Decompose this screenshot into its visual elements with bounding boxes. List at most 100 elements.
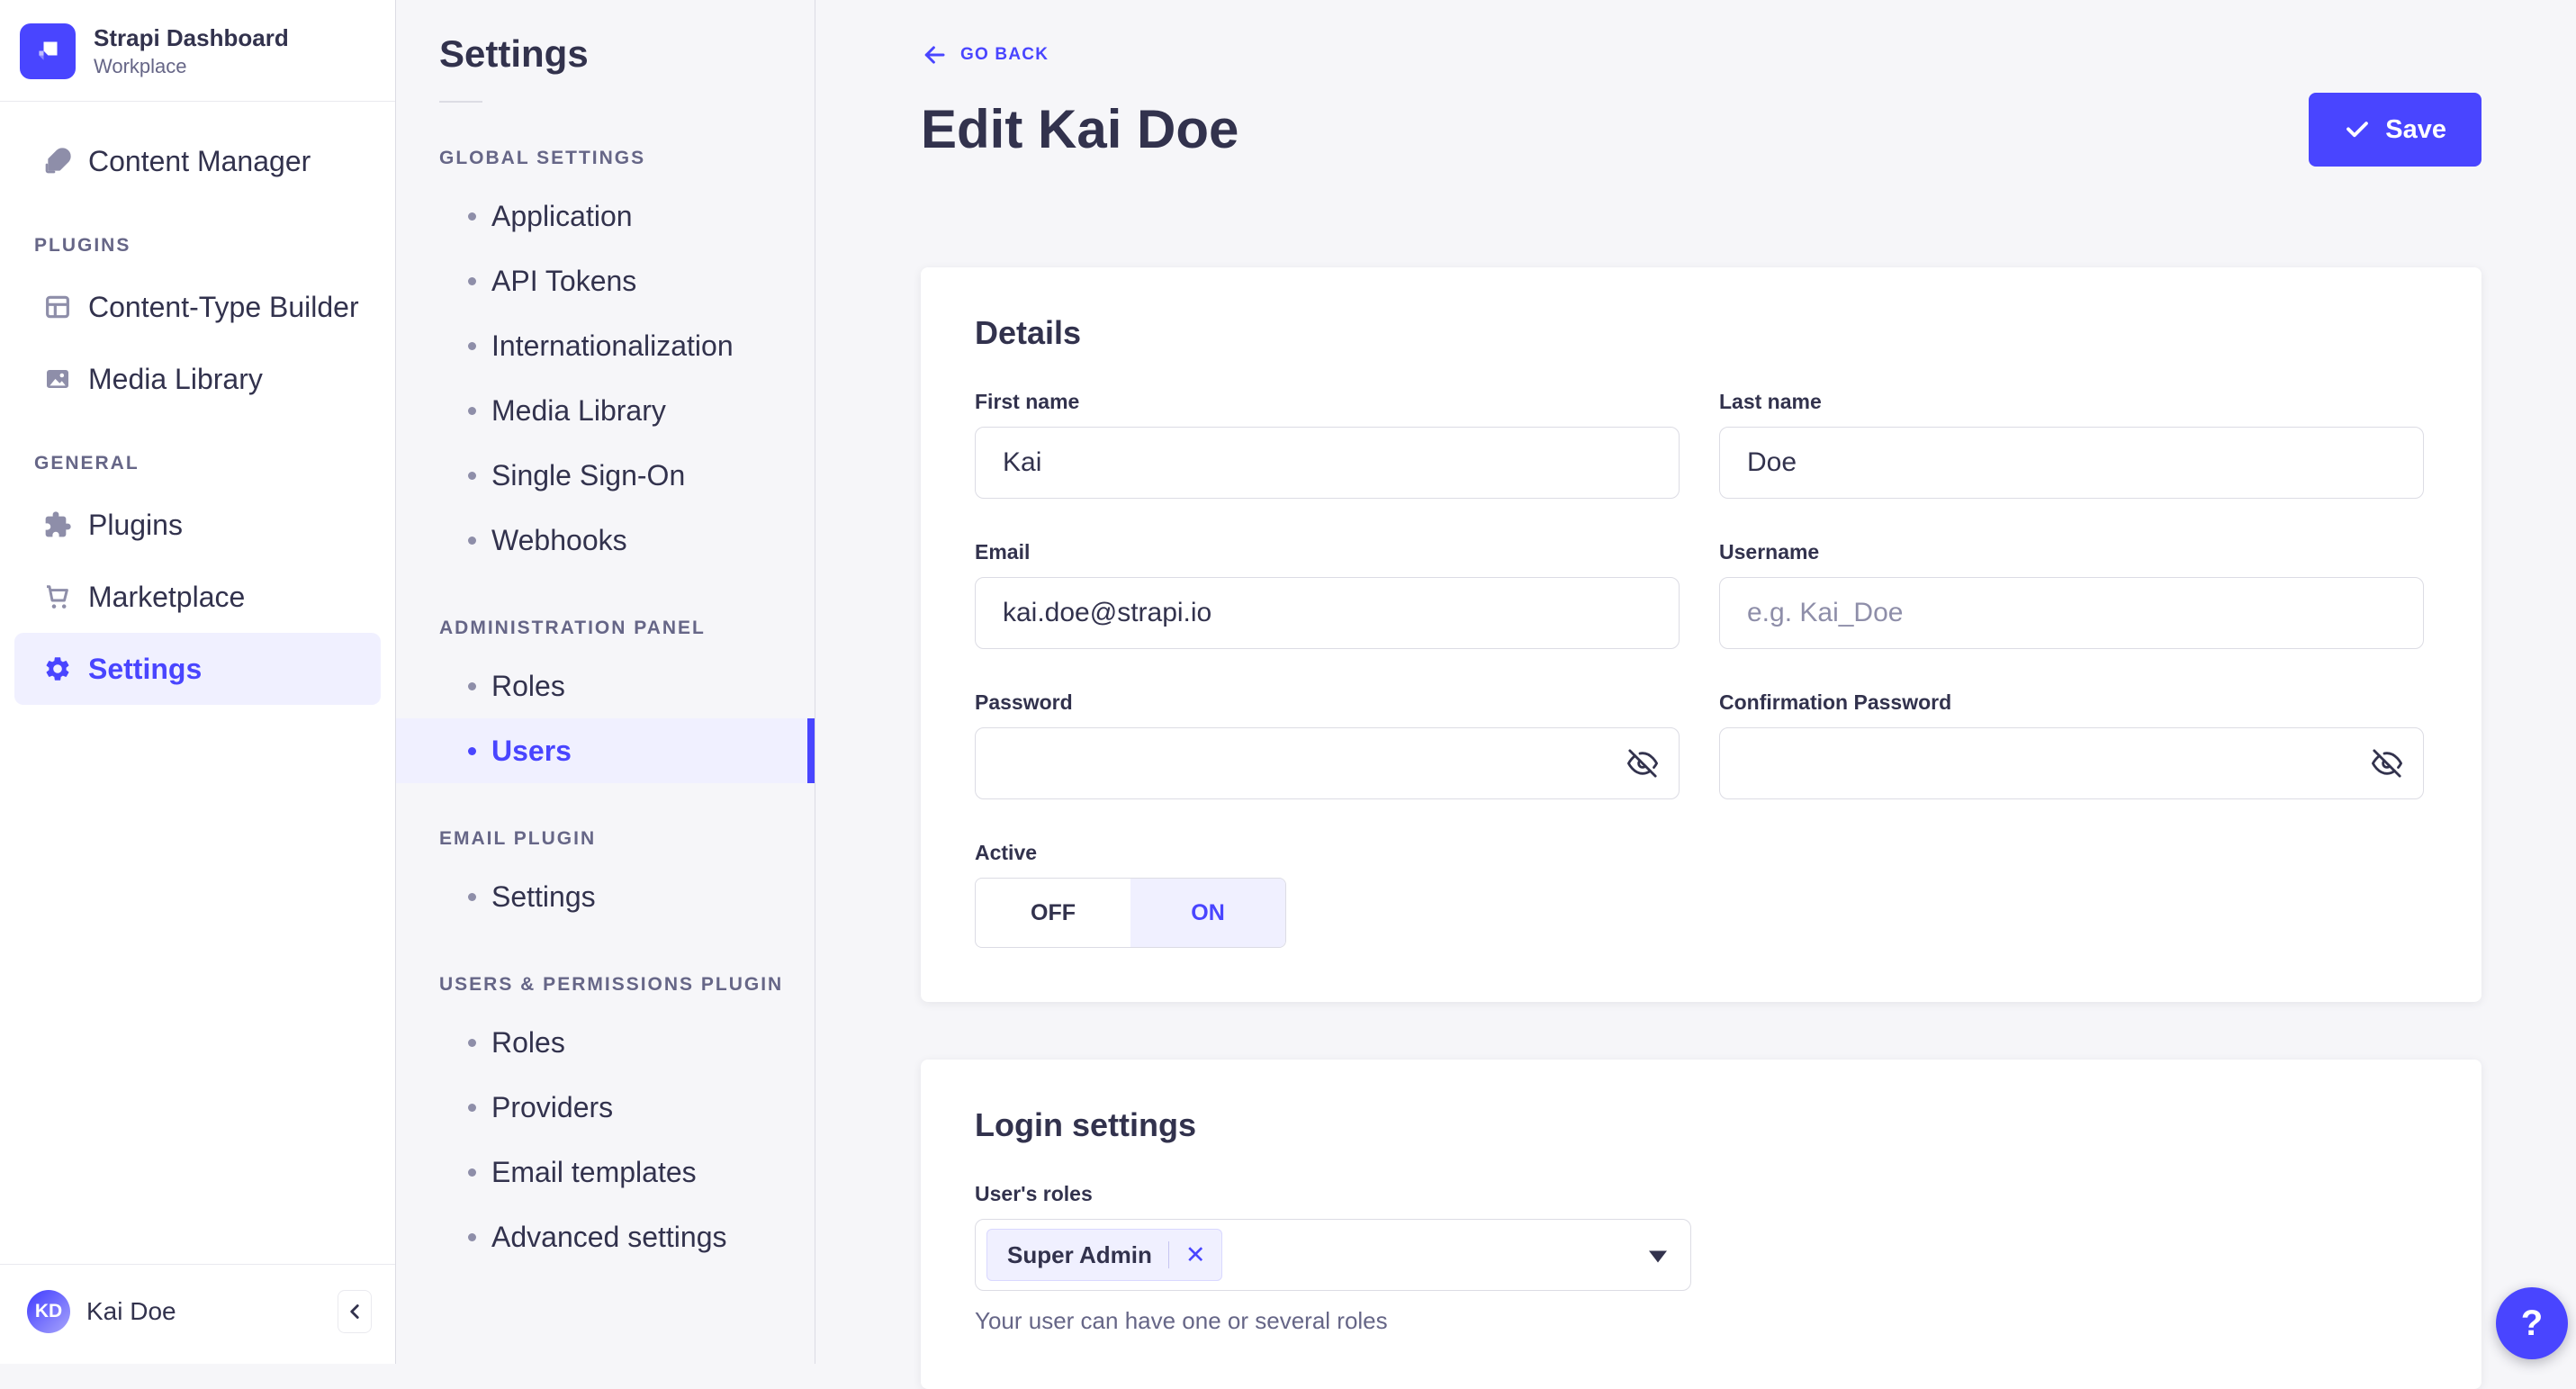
chevron-down-icon[interactable]: [1649, 1250, 1667, 1262]
subnav-section-administration-panel: ADMINISTRATION PANEL: [439, 618, 815, 639]
bullet-icon: [468, 1039, 476, 1047]
sidebar-section-general: GENERAL: [34, 453, 381, 474]
subnav-item-application[interactable]: Application: [396, 184, 815, 248]
subnav-item-label: Single Sign-On: [491, 459, 685, 492]
active-toggle-off[interactable]: OFF: [976, 879, 1130, 947]
sidebar-item-settings[interactable]: Settings: [14, 633, 381, 705]
active-toggle-on[interactable]: ON: [1130, 879, 1285, 947]
avatar[interactable]: KD: [27, 1290, 70, 1333]
bullet-icon: [468, 277, 476, 285]
sidebar-item-label: Content-Type Builder: [88, 291, 359, 324]
details-form: First name Last name Email Username Pass…: [975, 390, 2424, 948]
bullet-icon: [468, 342, 476, 350]
subnav-item-internationalization[interactable]: Internationalization: [396, 313, 815, 378]
username-label: Username: [1719, 540, 2424, 564]
sidebar-item-content-manager[interactable]: Content Manager: [14, 125, 381, 197]
toggle-confirmation-visibility-button[interactable]: [2372, 748, 2402, 779]
bullet-icon: [468, 472, 476, 480]
details-card: Details First name Last name Email Usern…: [921, 267, 2481, 1002]
password-label: Password: [975, 690, 1680, 715]
email-input[interactable]: [975, 577, 1680, 649]
subnav-section-users-permissions-plugin: USERS & PERMISSIONS PLUGIN: [439, 974, 815, 996]
subnav-item-label: API Tokens: [491, 265, 636, 298]
subnav-item-providers[interactable]: Providers: [396, 1075, 815, 1140]
brand-text: Strapi Dashboard Workplace: [94, 24, 289, 78]
subnav-item-label: Advanced settings: [491, 1221, 727, 1254]
first-name-label: First name: [975, 390, 1680, 414]
page-title: Edit Kai Doe: [921, 100, 1238, 159]
image-icon: [43, 365, 72, 393]
password-input[interactable]: [975, 727, 1680, 799]
go-back-link[interactable]: GO BACK: [921, 41, 1049, 68]
confirmation-password-input-wrap: [1719, 727, 2424, 799]
roles-helper-text: Your user can have one or several roles: [975, 1307, 2424, 1335]
remove-role-button[interactable]: ✕: [1169, 1243, 1222, 1267]
brand-title: Strapi Dashboard: [94, 24, 289, 52]
eye-slash-icon: [2372, 748, 2402, 779]
subnav-title: Settings: [439, 32, 815, 76]
subnav-title-rule: [439, 101, 482, 103]
confirmation-password-field: Confirmation Password: [1719, 690, 2424, 799]
subnav-section-global-settings: GLOBAL SETTINGS: [439, 148, 815, 169]
sidebar-item-marketplace[interactable]: Marketplace: [14, 561, 381, 633]
subnav-item-label: Roles: [491, 1026, 565, 1060]
chevron-left-icon: [343, 1300, 366, 1323]
subnav-item-admin-users[interactable]: Users: [396, 718, 815, 783]
subnav-item-label: Webhooks: [491, 524, 627, 557]
toggle-password-visibility-button[interactable]: [1627, 748, 1658, 779]
subnav-item-email-settings[interactable]: Settings: [396, 864, 815, 929]
username-input[interactable]: [1719, 577, 2424, 649]
confirmation-password-input[interactable]: [1719, 727, 2424, 799]
subnav-item-webhooks[interactable]: Webhooks: [396, 508, 815, 573]
subnav-item-email-templates[interactable]: Email templates: [396, 1140, 815, 1204]
main-sidebar: Strapi Dashboard Workplace Content Manag…: [0, 0, 396, 1364]
username-field: Username: [1719, 540, 2424, 649]
email-field: Email: [975, 540, 1680, 649]
bullet-icon: [468, 407, 476, 415]
first-name-input[interactable]: [975, 427, 1680, 499]
eye-slash-icon: [1627, 748, 1658, 779]
subnav-item-admin-roles[interactable]: Roles: [396, 654, 815, 718]
subnav-item-label: Users: [491, 735, 572, 768]
subnav-item-media-library[interactable]: Media Library: [396, 378, 815, 443]
brand: Strapi Dashboard Workplace: [0, 0, 395, 101]
confirmation-password-label: Confirmation Password: [1719, 690, 2424, 715]
subnav-item-single-sign-on[interactable]: Single Sign-On: [396, 443, 815, 508]
subnav-item-advanced-settings[interactable]: Advanced settings: [396, 1204, 815, 1269]
bullet-icon: [468, 1233, 476, 1241]
first-name-field: First name: [975, 390, 1680, 499]
last-name-input[interactable]: [1719, 427, 2424, 499]
settings-subnav: Settings GLOBAL SETTINGS Application API…: [396, 0, 815, 1364]
brand-subtitle: Workplace: [94, 55, 289, 78]
subnav-item-label: Roles: [491, 670, 565, 703]
help-button[interactable]: ?: [2496, 1287, 2568, 1359]
role-tag-label: Super Admin: [1007, 1241, 1152, 1269]
password-field: Password: [975, 690, 1680, 799]
main-content: GO BACK Edit Kai Doe Save Details First …: [815, 0, 2576, 1364]
active-label: Active: [975, 841, 1680, 865]
subnav-item-up-roles[interactable]: Roles: [396, 1010, 815, 1075]
user-roles-select[interactable]: Super Admin ✕: [975, 1219, 1691, 1291]
cart-icon: [43, 582, 72, 611]
password-input-wrap: [975, 727, 1680, 799]
login-settings-card: Login settings User's roles Super Admin …: [921, 1060, 2481, 1389]
bullet-icon: [468, 1104, 476, 1112]
sidebar-item-plugins[interactable]: Plugins: [14, 489, 381, 561]
sidebar-item-content-type-builder[interactable]: Content-Type Builder: [14, 271, 381, 343]
collapse-sidebar-button[interactable]: [338, 1290, 372, 1333]
save-button[interactable]: Save: [2309, 93, 2481, 167]
sidebar-item-label: Media Library: [88, 363, 263, 396]
login-settings-heading: Login settings: [975, 1106, 2424, 1144]
question-mark-icon: ?: [2521, 1303, 2543, 1344]
last-name-field: Last name: [1719, 390, 2424, 499]
subnav-item-api-tokens[interactable]: API Tokens: [396, 248, 815, 313]
main-nav: Content Manager PLUGINS Content-Type Bui…: [0, 102, 395, 1264]
subnav-item-label: Application: [491, 200, 633, 233]
active-toggle: OFF ON: [975, 878, 1286, 948]
bullet-icon: [468, 682, 476, 690]
check-icon: [2344, 116, 2371, 143]
sidebar-item-label: Content Manager: [88, 145, 311, 178]
sidebar-item-media-library[interactable]: Media Library: [14, 343, 381, 415]
sidebar-item-label: Plugins: [88, 509, 183, 542]
bullet-icon: [468, 747, 476, 755]
